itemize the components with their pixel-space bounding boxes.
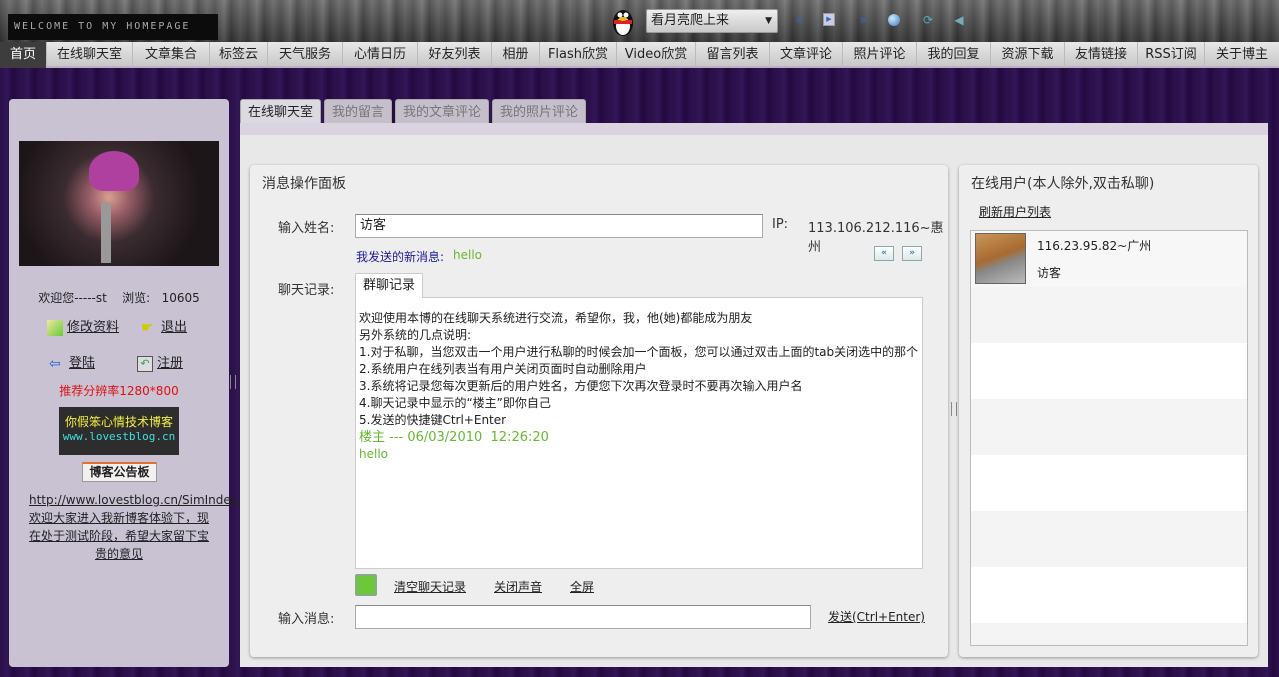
sent-message-label: 我发送的新消息:	[356, 250, 445, 264]
register-link[interactable]: ↶ 注册	[137, 352, 183, 372]
send-link[interactable]: 发送(Ctrl+Enter)	[828, 608, 925, 625]
next-icon[interactable]: »	[855, 12, 871, 28]
chat-line: 另外系统的几点说明:	[359, 328, 472, 342]
welcome-text: 欢迎您-----st	[38, 291, 107, 305]
login-link[interactable]: ⇦ 登陆	[49, 352, 95, 372]
resolution-hint: 推荐分辨率1280*800	[59, 384, 179, 398]
chat-line: 2.系统用户在线列表当有用户关闭页面时自动删除用户	[359, 362, 647, 376]
nav-item-album[interactable]: 相册	[492, 42, 540, 68]
user-edit-icon	[47, 319, 63, 336]
refresh-users-link[interactable]: 刷新用户列表	[979, 203, 1051, 220]
panel-title: 消息操作面板	[262, 176, 346, 192]
user-avatar	[975, 233, 1026, 284]
play-icon[interactable]: ▶	[823, 13, 835, 26]
ip-label: IP:	[772, 217, 789, 232]
main-content: 消息操作面板 输入姓名: 访客 IP: 113.106.212.116~惠州 我…	[240, 123, 1268, 667]
chat-line: 1.对于私聊，当您双击一个用户进行私聊的时候会加一个面板，您可以通过双击上面的t…	[359, 345, 919, 359]
nav-item-tags[interactable]: 标签云	[210, 42, 268, 68]
sent-message-value: hello	[453, 248, 482, 262]
previous-icon[interactable]: «	[791, 12, 807, 28]
online-users-panel: 在线用户(本人除外,双击私聊) 刷新用户列表 116.23.95.82~广州 访…	[959, 165, 1258, 657]
tab-my-messages[interactable]: 我的留言	[324, 99, 393, 124]
tab-my-photo-comments[interactable]: 我的照片评论	[492, 99, 587, 124]
login-label[interactable]: 登陆	[69, 356, 95, 371]
user-list-item[interactable]: 116.23.95.82~广州 访客	[971, 231, 1247, 287]
right-splitter-handle[interactable]	[951, 402, 957, 416]
volume-icon[interactable]: ◀	[951, 12, 967, 28]
nav-item-home[interactable]: 首页	[0, 42, 47, 68]
nav-item-mood-calendar[interactable]: 心情日历	[343, 42, 418, 68]
nav-item-guestbook[interactable]: 留言列表	[696, 42, 770, 68]
message-panel: 消息操作面板 输入姓名: 访客 IP: 113.106.212.116~惠州 我…	[250, 165, 948, 657]
main-tabs: 在线聊天室 我的留言 我的文章评论 我的照片评论	[240, 99, 587, 124]
register-label[interactable]: 注册	[157, 356, 183, 371]
pointing-hand-icon: ☛	[141, 319, 154, 336]
profile-photo	[19, 141, 219, 266]
views-count: 10605	[161, 291, 200, 305]
clear-history-link[interactable]: 清空聊天记录	[394, 578, 466, 595]
user-ip: 116.23.95.82~广州	[1037, 239, 1152, 253]
edit-profile-label[interactable]: 修改资料	[67, 320, 119, 335]
song-select[interactable]: 看月亮爬上来 ▼	[646, 9, 778, 33]
name-label: 输入姓名:	[278, 221, 335, 236]
views-label: 浏览:	[122, 291, 151, 305]
nav-item-about[interactable]: 关于博主	[1205, 42, 1279, 68]
banner-url: www.lovestblog.cn	[62, 430, 176, 443]
nav-item-articles[interactable]: 文章集合	[133, 42, 210, 68]
chevron-down-icon: ▼	[765, 16, 772, 26]
board-title: 博客公告板	[82, 462, 157, 482]
nav-item-weather[interactable]: 天气服务	[268, 42, 343, 68]
online-users-title: 在线用户(本人除外,双击私聊)	[971, 176, 1155, 192]
name-input[interactable]: 访客	[355, 214, 763, 238]
nav-item-rss[interactable]: RSS订阅	[1138, 42, 1205, 68]
nav-item-downloads[interactable]: 资源下载	[991, 42, 1065, 68]
nav-item-my-replies[interactable]: 我的回复	[917, 42, 991, 68]
edit-profile-link[interactable]: 修改资料	[47, 316, 119, 336]
notice-link[interactable]: http://www.lovestblog.cn/SimIndex.html欢迎…	[29, 491, 269, 563]
tab-chatroom[interactable]: 在线聊天室	[240, 99, 322, 124]
chat-line: 5.发送的快捷键Ctrl+Enter	[359, 413, 507, 427]
nav-item-friends[interactable]: 好友列表	[418, 42, 492, 68]
mute-link[interactable]: 关闭声音	[494, 578, 542, 595]
banner-title: 你假笨心情技术博客	[64, 415, 173, 429]
user-name: 访客	[1037, 266, 1062, 280]
nav-item-chatroom[interactable]: 在线聊天室	[47, 42, 133, 68]
welcome-info: 欢迎您-----st 浏览: 10605	[9, 289, 229, 306]
qq-penguin-icon	[613, 10, 633, 36]
sidebar: 欢迎您-----st 浏览: 10605 修改资料 ☛ 退出 ⇦ 登陆 ↶ 注册 推荐…	[9, 99, 269, 667]
previous-page-button[interactable]: «	[874, 246, 894, 261]
nav-item-links[interactable]: 友情链接	[1065, 42, 1138, 68]
nav-item-photo-comments[interactable]: 照片评论	[843, 42, 917, 68]
register-icon: ↶	[137, 355, 153, 372]
nav-item-article-comments[interactable]: 文章评论	[770, 42, 843, 68]
user-list: 116.23.95.82~广州 访客	[970, 230, 1248, 646]
login-arrow-icon: ⇦	[49, 355, 61, 372]
chat-line: 3.系统将记录您每次更新后的用户姓名，方便您下次再次登录时不要再次输入用户名	[359, 379, 803, 393]
chat-line: 欢迎使用本博的在线聊天系统进行交流，希望你，我，他(她)都能成为朋友	[359, 311, 753, 325]
message-input[interactable]	[355, 605, 811, 629]
welcome-marquee: WELCOME TO MY HOMEPAGE	[8, 14, 218, 40]
chat-message: hello	[359, 447, 388, 461]
next-page-button[interactable]: »	[902, 246, 922, 261]
blog-banner[interactable]: 你假笨心情技术博客 www.lovestblog.cn	[59, 407, 179, 455]
stop-icon[interactable]	[888, 14, 900, 26]
fullscreen-link[interactable]: 全屏	[570, 578, 594, 595]
logout-label[interactable]: 退出	[161, 320, 187, 335]
main-nav: 首页 在线聊天室 文章集合 标签云 天气服务 心情日历 好友列表 相册 Flas…	[0, 42, 1279, 68]
chat-sender-line: 楼主 --- 06/03/2010 12:26:20	[359, 430, 549, 445]
nav-item-flash[interactable]: Flash欣赏	[540, 42, 617, 68]
chat-line: 4.聊天记录中显示的“楼主”即你自己	[359, 396, 551, 410]
song-title: 看月亮爬上来	[651, 13, 730, 28]
chat-history: 欢迎使用本博的在线聊天系统进行交流，希望你，我，他(她)都能成为朋友 另外系统的…	[355, 297, 923, 569]
color-picker-button[interactable]	[355, 574, 377, 596]
history-label: 聊天记录:	[278, 283, 335, 298]
nav-item-video[interactable]: Video欣赏	[617, 42, 696, 68]
tab-group-chat[interactable]: 群聊记录	[355, 273, 424, 298]
loop-icon[interactable]: ⟳	[920, 12, 936, 28]
left-splitter-handle[interactable]	[230, 375, 236, 389]
message-input-label: 输入消息:	[278, 612, 335, 627]
logout-link[interactable]: ☛ 退出	[141, 316, 187, 336]
tab-my-article-comments[interactable]: 我的文章评论	[395, 99, 490, 124]
